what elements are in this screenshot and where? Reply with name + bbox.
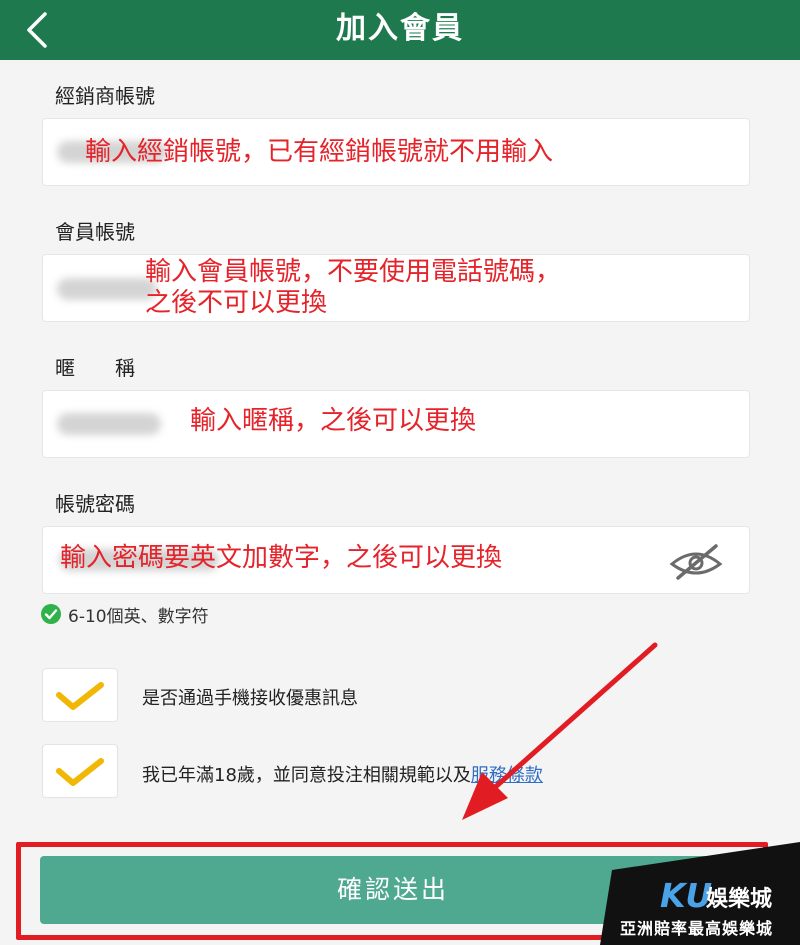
- app-header: 加入會員: [0, 0, 800, 60]
- age-terms-checkbox[interactable]: [42, 744, 118, 798]
- password-rule-text: 6-10個英、數字符: [68, 606, 209, 627]
- agent-account-label: 經銷商帳號: [55, 84, 155, 108]
- check-circle-icon: [41, 604, 61, 624]
- page-title: 加入會員: [336, 11, 464, 46]
- password-visibility-toggle[interactable]: [668, 542, 724, 582]
- agent-account-hint: 輸入經銷帳號，已有經銷帳號就不用輸入: [85, 137, 554, 167]
- blurred-value: [57, 413, 161, 435]
- submit-button[interactable]: 確認送出: [40, 856, 746, 924]
- checkmark-icon: [56, 758, 104, 786]
- promo-checkbox-label: 是否通過手機接收優惠訊息: [142, 688, 358, 709]
- password-rule: 6-10個英、數字符: [40, 602, 209, 627]
- eye-off-icon: [669, 544, 723, 580]
- password-label: 帳號密碼: [55, 492, 135, 516]
- password-hint: 輸入密碼要英文加數字，之後可以更換: [60, 543, 503, 573]
- member-account-hint-line2: 之後不可以更換: [145, 288, 328, 318]
- member-account-label: 會員帳號: [55, 220, 135, 244]
- nickname-hint: 輸入暱稱，之後可以更換: [190, 406, 477, 436]
- age-terms-text: 我已年滿18歲，並同意投注相關規範以及: [142, 765, 471, 786]
- terms-of-service-link[interactable]: 服務條款: [471, 765, 543, 786]
- age-terms-label: 我已年滿18歲，並同意投注相關規範以及服務條款: [142, 761, 543, 787]
- member-account-hint-line1: 輸入會員帳號，不要使用電話號碼，: [145, 257, 562, 287]
- nickname-label: 暱 稱: [55, 356, 135, 380]
- blurred-value: [57, 278, 157, 300]
- promo-checkbox[interactable]: [42, 668, 118, 722]
- checkmark-icon: [56, 682, 104, 710]
